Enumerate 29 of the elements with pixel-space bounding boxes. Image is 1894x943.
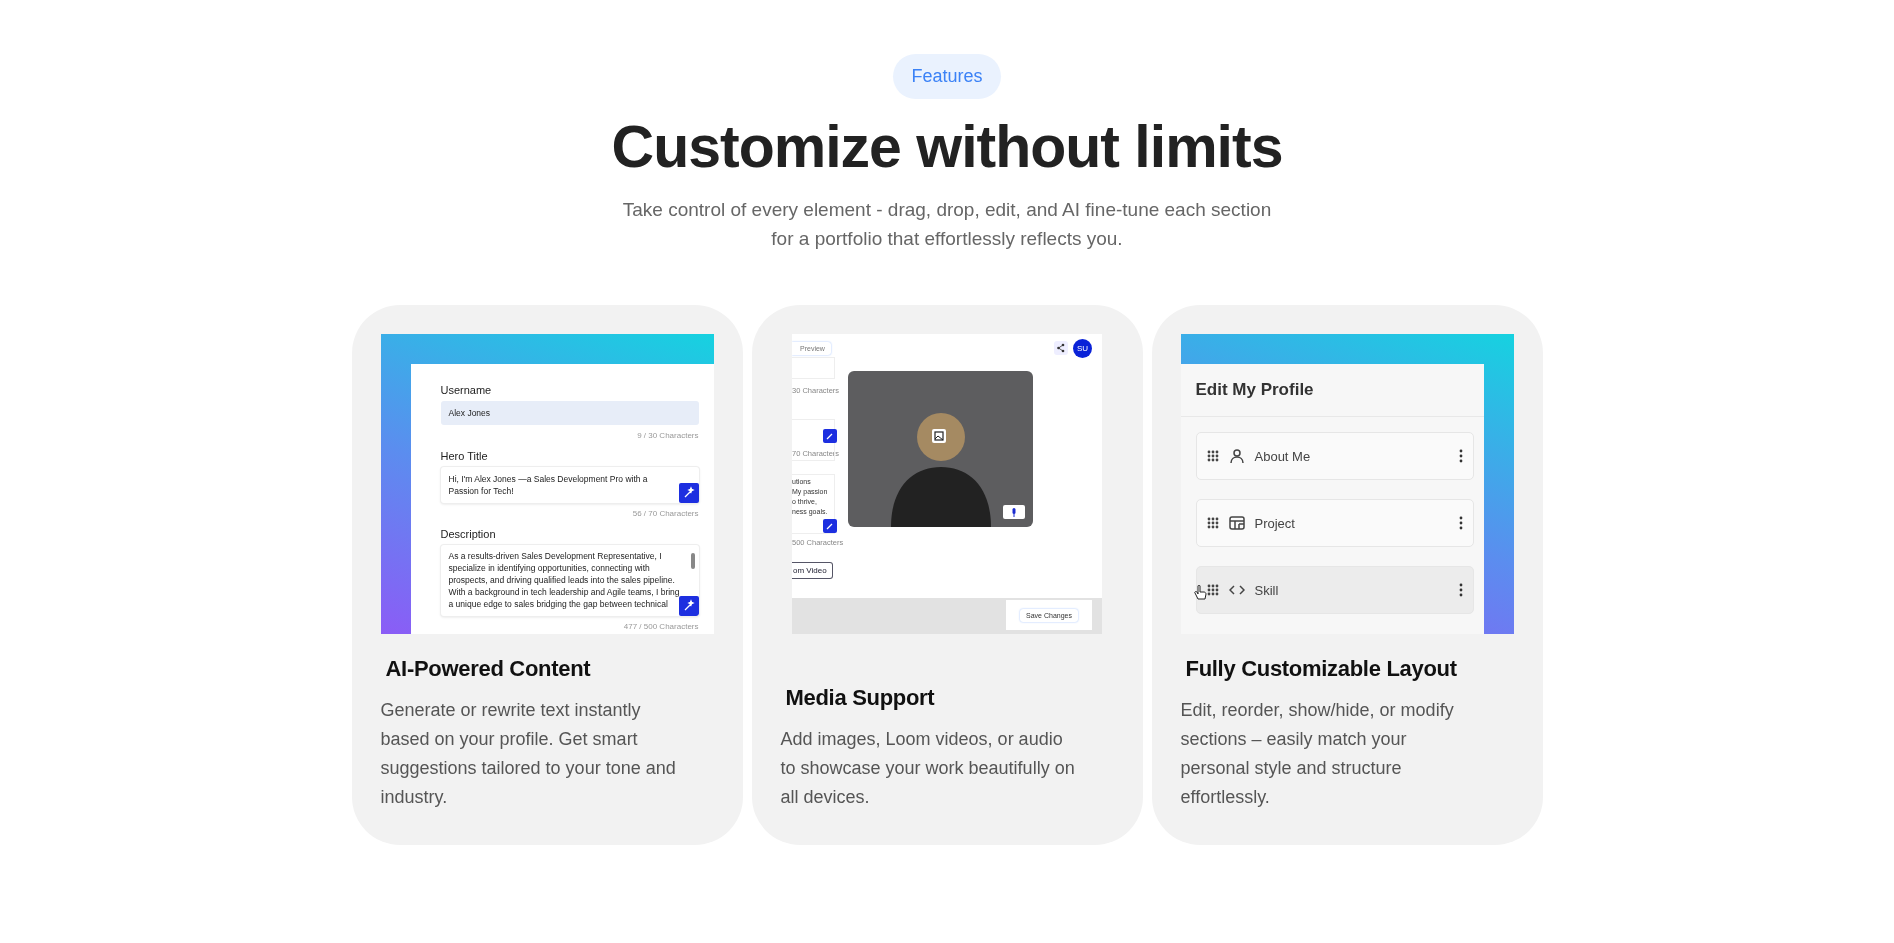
section-label: Skill	[1254, 582, 1280, 598]
panel-heading: Edit My Profile	[1180, 364, 1484, 417]
character-counter: 9 / 30 Characters	[636, 431, 699, 440]
field-label: Hero Title	[440, 450, 489, 462]
video-button[interactable]: om Video	[792, 562, 833, 579]
user-avatar[interactable]: SU	[1073, 339, 1092, 358]
card-description: Add images, Loom videos, or audio to showcase your work beautifully on all devices.	[780, 728, 1076, 809]
field-label: Description	[440, 528, 497, 540]
section-subtitle: Take control of every element - drag, drop, edit, and AI fine-tune each section for a portfolio that effortlessly reflects you.	[622, 198, 1272, 251]
section-item[interactable]: Project	[1195, 499, 1474, 547]
field-value: Hi, I'm Alex Jones —a Sales Development Pro with a Passion for Tech!	[448, 474, 648, 496]
card-title: AI-Powered Content	[385, 656, 592, 682]
section-item[interactable]: Skill	[1195, 566, 1474, 614]
field-value: Alex Jones	[448, 408, 491, 418]
text-field[interactable]: Alex Jones	[440, 401, 699, 425]
features-badge: Features	[893, 54, 1001, 99]
card-description: Edit, reorder, show/hide, or modify sections – easily match your personal style and structure effortlessly.	[1180, 699, 1455, 809]
section-label: About Me	[1254, 448, 1312, 464]
character-counter: 477 / 500 Characters	[622, 622, 699, 631]
card-title: Fully Customizable Layout	[1185, 656, 1458, 682]
section-label: Project	[1254, 515, 1296, 531]
field-label: Username	[440, 384, 493, 396]
field-value: As a results-driven Sales Development Representative, I specialize in identifying opportunities, connecting with prospects, and driving qualified leads into the sales pipeline. With a background in tech leadership and Agile teams, I bring a unique edge to sales bridging the gap between technical	[448, 551, 680, 609]
character-counter: 56 / 70 Characters	[631, 509, 699, 518]
card-title: Media Support	[785, 685, 936, 711]
section-item[interactable]: About Me	[1195, 432, 1474, 480]
text-field[interactable]: Hi, I'm Alex Jones —a Sales Development Pro with a Passion for Tech!	[440, 467, 699, 503]
card-description: Generate or rewrite text instantly based on your profile. Get smart suggestions tailored to your tone and industry.	[380, 699, 677, 809]
section-title: Customize without limits	[611, 113, 1283, 181]
